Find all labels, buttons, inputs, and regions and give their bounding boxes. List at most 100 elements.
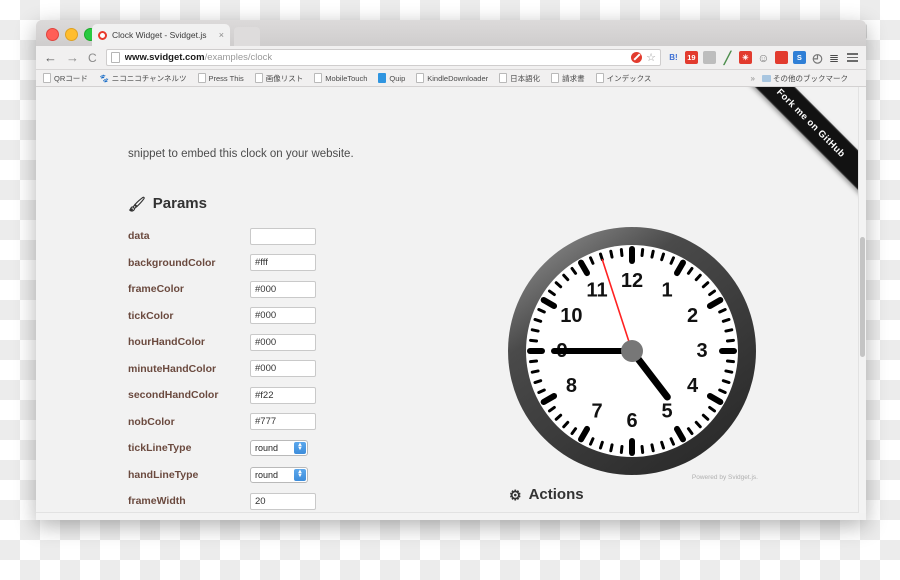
folder-icon xyxy=(761,74,771,82)
url-domain: www.svidget.com xyxy=(124,52,205,63)
svg-text:1: 1 xyxy=(661,279,672,301)
bookmark-label: Quip xyxy=(389,73,406,83)
bookmark-label: KindleDownloader xyxy=(427,73,489,83)
bookmarks-bar-right: » その他のブックマーク xyxy=(750,73,859,84)
other-bookmarks-folder[interactable]: その他のブックマーク xyxy=(761,73,848,84)
tab-title: Clock Widget - Svidget.js xyxy=(112,30,207,40)
nico-icon: 🐾 xyxy=(98,74,109,83)
actions-heading: ⚙ Actions xyxy=(509,486,584,503)
bookmark-label: MobileTouch xyxy=(325,73,368,83)
param-row-ticklinetype: tickLineType round ▲ ▼ xyxy=(128,439,478,457)
svg-text:5: 5 xyxy=(661,401,672,423)
param-row-handlinetype: handLineType round ▲ ▼ xyxy=(128,466,478,484)
back-icon[interactable]: ← xyxy=(44,51,57,64)
chrome-menu-icon[interactable] xyxy=(847,53,858,62)
page-info-icon[interactable] xyxy=(110,52,120,63)
svg-text:8: 8 xyxy=(566,375,577,397)
bookmark-item-image-list[interactable]: 画像リスト xyxy=(254,73,303,84)
secondhandcolor-input[interactable]: #f22 xyxy=(250,386,316,404)
data-input[interactable] xyxy=(250,227,316,245)
nobcolor-input[interactable]: #777 xyxy=(250,413,316,430)
bookmark-label: 日本語化 xyxy=(510,73,541,83)
archive-icon[interactable] xyxy=(702,51,716,64)
ticklinetype-value: round xyxy=(255,443,279,453)
hatena-bookmark-icon[interactable]: B! xyxy=(667,51,680,64)
handlinetype-select[interactable]: round ▲ ▼ xyxy=(250,466,308,483)
ticklinetype-select[interactable]: round ▲ ▼ xyxy=(250,440,308,456)
page-viewport: snippet to embed this clock on your webs… xyxy=(36,87,866,520)
intro-text: snippet to embed this clock on your webs… xyxy=(128,148,354,160)
bookmark-star-icon[interactable]: ☆ xyxy=(646,51,656,64)
url-path: /examples/clock xyxy=(204,52,273,63)
layers-icon[interactable]: ≣ xyxy=(829,51,839,65)
lastpass-icon[interactable] xyxy=(774,51,788,64)
vertical-scrollbar-thumb[interactable] xyxy=(860,237,865,357)
fork-me-on-github-ribbon[interactable]: Fork me on GitHub xyxy=(738,87,859,196)
clock-credit: Powered by Svidget.js. xyxy=(691,474,758,481)
chevron-updown-icon[interactable]: ▲ ▼ xyxy=(294,468,306,481)
param-label: tickColor xyxy=(128,309,174,322)
todo-badge-icon[interactable]: 19 xyxy=(684,51,698,64)
minutehandcolor-input[interactable]: #000 xyxy=(250,360,316,377)
bookmark-item-qr[interactable]: QRコード xyxy=(43,73,88,84)
page-icon xyxy=(551,73,560,83)
param-label: handLineType xyxy=(128,468,199,481)
page-icon xyxy=(499,73,508,83)
bookmark-item-invoice[interactable]: 請求書 xyxy=(551,73,585,84)
bookmark-label: ニコニコチャンネルツ xyxy=(111,73,187,83)
bookmark-item-index[interactable]: インデックス xyxy=(595,73,651,84)
bookmark-label: QRコード xyxy=(54,73,88,83)
page-icon xyxy=(314,73,323,83)
bookmark-item-mobiletouch[interactable]: MobileTouch xyxy=(314,73,367,83)
clock-widget[interactable]: 121234567891011 Powered by Svidget.js. xyxy=(502,223,762,481)
framecolor-input[interactable]: #000 xyxy=(250,280,316,298)
svg-text:12: 12 xyxy=(621,270,643,292)
framewidth-input[interactable]: 20 xyxy=(250,492,316,510)
svg-text:7: 7 xyxy=(591,401,602,423)
svg-text:10: 10 xyxy=(560,305,582,327)
tickcolor-input[interactable]: #000 xyxy=(250,307,316,324)
bookmark-item-kindledownloader[interactable]: KindleDownloader xyxy=(416,73,488,83)
eyedropper-icon[interactable]: ╱ xyxy=(721,51,734,65)
forward-icon[interactable]: → xyxy=(66,51,79,64)
asterisk-icon[interactable]: ✳ xyxy=(738,51,752,64)
close-icon[interactable]: × xyxy=(219,30,224,40)
bookmark-item-japanese[interactable]: 日本語化 xyxy=(499,73,540,84)
block-icon[interactable] xyxy=(631,52,643,63)
smiley-icon[interactable]: ☺ xyxy=(757,51,770,65)
params-heading: 🖌 Params xyxy=(128,195,207,212)
bookmark-item-niconico[interactable]: 🐾 ニコニコチャンネルツ xyxy=(99,73,187,84)
hourhandcolor-input[interactable]: #000 xyxy=(250,333,316,351)
bookmark-item-quip[interactable]: Quip xyxy=(378,73,405,83)
param-label: frameWidth xyxy=(128,495,186,507)
evernote-icon[interactable]: S xyxy=(792,51,806,64)
window-controls[interactable] xyxy=(46,28,97,41)
param-row-minutehandcolor: minuteHandColor #000 xyxy=(128,360,478,378)
address-bar[interactable]: www.svidget.com/examples/clock ☆ xyxy=(105,49,661,66)
param-label: secondHandColor xyxy=(128,389,219,401)
backgroundcolor-input[interactable]: #fff xyxy=(250,254,316,271)
browser-tab[interactable]: Clock Widget - Svidget.js × xyxy=(92,24,230,46)
actions-heading-label: Actions xyxy=(528,486,584,503)
bookmark-item-press-this[interactable]: Press This xyxy=(197,73,244,83)
new-tab-button[interactable] xyxy=(234,27,260,46)
close-window-button[interactable] xyxy=(46,28,59,41)
reload-icon[interactable]: C xyxy=(88,52,97,64)
clock-extension-icon[interactable]: ◴ xyxy=(811,51,824,65)
bookmarks-overflow-icon[interactable]: » xyxy=(750,74,754,83)
svg-text:11: 11 xyxy=(586,279,607,301)
chevron-updown-icon[interactable]: ▲ ▼ xyxy=(294,442,306,454)
browser-window: Clock Widget - Svidget.js × ← → C www.sv… xyxy=(36,20,866,520)
param-label: nobColor xyxy=(128,415,175,428)
other-bookmarks-label: その他のブックマーク xyxy=(773,73,848,83)
param-label: hourHandColor xyxy=(128,336,205,348)
omnibox-actions: ☆ xyxy=(631,51,656,64)
extension-tray: B! 19 ╱ ✳ ☺ S ◴ ≣ xyxy=(667,51,858,65)
page-icon xyxy=(43,73,51,83)
minimize-window-button[interactable] xyxy=(65,28,78,41)
quip-icon xyxy=(378,73,387,83)
horizontal-scrollbar[interactable] xyxy=(36,512,859,520)
param-row-framecolor: frameColor #000 xyxy=(128,280,478,298)
param-label: data xyxy=(128,230,150,242)
vertical-scrollbar[interactable] xyxy=(858,87,866,513)
